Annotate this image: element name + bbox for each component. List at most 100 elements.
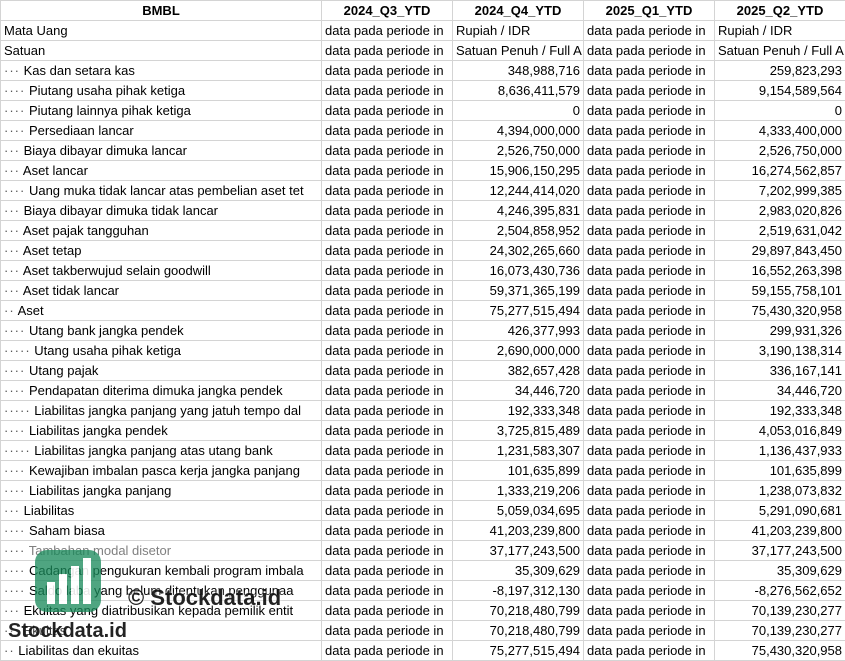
row-label-cell[interactable]: ··· Liabilitas xyxy=(0,500,322,521)
value-cell[interactable]: data pada periode in xyxy=(583,500,715,521)
value-cell[interactable]: data pada periode in xyxy=(321,160,453,181)
value-cell[interactable]: 3,725,815,489 xyxy=(452,420,584,441)
value-cell[interactable]: data pada periode in xyxy=(583,600,715,621)
value-cell[interactable]: data pada periode in xyxy=(321,360,453,381)
value-cell[interactable]: 75,430,320,958 xyxy=(714,300,845,321)
value-cell[interactable]: data pada periode in xyxy=(583,60,715,81)
value-cell[interactable]: 75,277,515,494 xyxy=(452,640,584,661)
value-cell[interactable]: data pada periode in xyxy=(321,100,453,121)
value-cell[interactable]: 59,155,758,101 xyxy=(714,280,845,301)
value-cell[interactable]: 70,139,230,277 xyxy=(714,600,845,621)
value-cell[interactable]: data pada periode in xyxy=(321,460,453,481)
value-cell[interactable]: data pada periode in xyxy=(583,540,715,561)
value-cell[interactable]: 1,238,073,832 xyxy=(714,480,845,501)
value-cell[interactable]: data pada periode in xyxy=(321,480,453,501)
value-cell[interactable]: data pada periode in xyxy=(321,80,453,101)
value-cell[interactable]: 37,177,243,500 xyxy=(714,540,845,561)
value-cell[interactable]: 59,371,365,199 xyxy=(452,280,584,301)
value-cell[interactable]: 29,897,843,450 xyxy=(714,240,845,261)
row-label-cell[interactable]: ···· Piutang lainnya pihak ketiga xyxy=(0,100,322,121)
value-cell[interactable]: 4,333,400,000 xyxy=(714,120,845,141)
value-cell[interactable]: 101,635,899 xyxy=(452,460,584,481)
value-cell[interactable]: 5,291,090,681 xyxy=(714,500,845,521)
value-cell[interactable]: data pada periode in xyxy=(321,320,453,341)
value-cell[interactable]: data pada periode in xyxy=(321,580,453,601)
value-cell[interactable]: 41,203,239,800 xyxy=(452,520,584,541)
value-cell[interactable]: data pada periode in xyxy=(583,340,715,361)
value-cell[interactable]: data pada periode in xyxy=(321,200,453,221)
value-cell[interactable]: 1,333,219,206 xyxy=(452,480,584,501)
value-cell[interactable]: data pada periode in xyxy=(321,380,453,401)
row-label-cell[interactable]: ···· Tambahan modal disetor xyxy=(0,540,322,561)
value-cell[interactable]: data pada periode in xyxy=(321,40,453,61)
value-cell[interactable]: data pada periode in xyxy=(321,500,453,521)
value-cell[interactable]: 7,202,999,385 xyxy=(714,180,845,201)
value-cell[interactable]: data pada periode in xyxy=(321,180,453,201)
value-cell[interactable]: 101,635,899 xyxy=(714,460,845,481)
value-cell[interactable]: data pada periode in xyxy=(583,140,715,161)
value-cell[interactable]: 0 xyxy=(714,100,845,121)
value-cell[interactable]: 41,203,239,800 xyxy=(714,520,845,541)
row-label-cell[interactable]: ··· Biaya dibayar dimuka lancar xyxy=(0,140,322,161)
value-cell[interactable]: 382,657,428 xyxy=(452,360,584,381)
value-cell[interactable]: 192,333,348 xyxy=(452,400,584,421)
value-cell[interactable]: data pada periode in xyxy=(583,640,715,661)
value-cell[interactable]: 9,154,589,564 xyxy=(714,80,845,101)
row-label-cell[interactable]: ···· Cadangan pengukuran kembali program… xyxy=(0,560,322,581)
value-cell[interactable]: 70,139,230,277 xyxy=(714,620,845,641)
value-cell[interactable]: data pada periode in xyxy=(321,540,453,561)
value-cell[interactable]: 1,231,583,307 xyxy=(452,440,584,461)
value-cell[interactable]: 4,246,395,831 xyxy=(452,200,584,221)
value-cell[interactable]: data pada periode in xyxy=(583,420,715,441)
header-period[interactable]: 2024_Q3_YTD xyxy=(321,0,453,21)
value-cell[interactable]: data pada periode in xyxy=(583,80,715,101)
value-cell[interactable]: data pada periode in xyxy=(583,560,715,581)
value-cell[interactable]: 37,177,243,500 xyxy=(452,540,584,561)
value-cell[interactable]: 336,167,141 xyxy=(714,360,845,381)
value-cell[interactable]: 348,988,716 xyxy=(452,60,584,81)
value-cell[interactable]: data pada periode in xyxy=(321,560,453,581)
value-cell[interactable]: 259,823,293 xyxy=(714,60,845,81)
row-label-cell[interactable]: ··· Kas dan setara kas xyxy=(0,60,322,81)
value-cell[interactable]: Satuan Penuh / Full A xyxy=(714,40,845,61)
value-cell[interactable]: 2,983,020,826 xyxy=(714,200,845,221)
row-label-cell[interactable]: ···· Persediaan lancar xyxy=(0,120,322,141)
value-cell[interactable]: 192,333,348 xyxy=(714,400,845,421)
value-cell[interactable]: data pada periode in xyxy=(321,620,453,641)
row-label-cell[interactable]: ···· Liabilitas jangka panjang xyxy=(0,480,322,501)
value-cell[interactable]: 16,552,263,398 xyxy=(714,260,845,281)
value-cell[interactable]: -8,197,312,130 xyxy=(452,580,584,601)
row-label-cell[interactable]: ··· Aset pajak tangguhan xyxy=(0,220,322,241)
value-cell[interactable]: 24,302,265,660 xyxy=(452,240,584,261)
row-label-cell[interactable]: ····· Utang usaha pihak ketiga xyxy=(0,340,322,361)
value-cell[interactable]: -8,276,562,652 xyxy=(714,580,845,601)
value-cell[interactable]: data pada periode in xyxy=(583,280,715,301)
value-cell[interactable]: data pada periode in xyxy=(583,460,715,481)
row-label-cell[interactable]: ··· Biaya dibayar dimuka tidak lancar xyxy=(0,200,322,221)
value-cell[interactable]: 35,309,629 xyxy=(452,560,584,581)
value-cell[interactable]: data pada periode in xyxy=(321,300,453,321)
value-cell[interactable]: Satuan Penuh / Full A xyxy=(452,40,584,61)
row-label-cell[interactable]: ··· Aset lancar xyxy=(0,160,322,181)
row-label-cell[interactable]: ···· Kewajiban imbalan pasca kerja jangk… xyxy=(0,460,322,481)
value-cell[interactable]: 16,274,562,857 xyxy=(714,160,845,181)
value-cell[interactable]: data pada periode in xyxy=(321,60,453,81)
value-cell[interactable]: 70,218,480,799 xyxy=(452,600,584,621)
value-cell[interactable]: 75,277,515,494 xyxy=(452,300,584,321)
value-cell[interactable]: data pada periode in xyxy=(583,580,715,601)
row-label-cell[interactable]: ···· Utang bank jangka pendek xyxy=(0,320,322,341)
value-cell[interactable]: 426,377,993 xyxy=(452,320,584,341)
value-cell[interactable]: data pada periode in xyxy=(583,320,715,341)
value-cell[interactable]: 5,059,034,695 xyxy=(452,500,584,521)
row-label-cell[interactable]: ··· Aset tetap xyxy=(0,240,322,261)
row-label-cell[interactable]: ···· Piutang usaha pihak ketiga xyxy=(0,80,322,101)
value-cell[interactable]: 299,931,326 xyxy=(714,320,845,341)
value-cell[interactable]: data pada periode in xyxy=(321,400,453,421)
value-cell[interactable]: 2,690,000,000 xyxy=(452,340,584,361)
value-cell[interactable]: data pada periode in xyxy=(321,220,453,241)
row-label-cell[interactable]: ···· Saham biasa xyxy=(0,520,322,541)
row-label-cell[interactable]: Satuan xyxy=(0,40,322,61)
value-cell[interactable]: 4,394,000,000 xyxy=(452,120,584,141)
value-cell[interactable]: data pada periode in xyxy=(321,20,453,41)
value-cell[interactable]: data pada periode in xyxy=(583,240,715,261)
